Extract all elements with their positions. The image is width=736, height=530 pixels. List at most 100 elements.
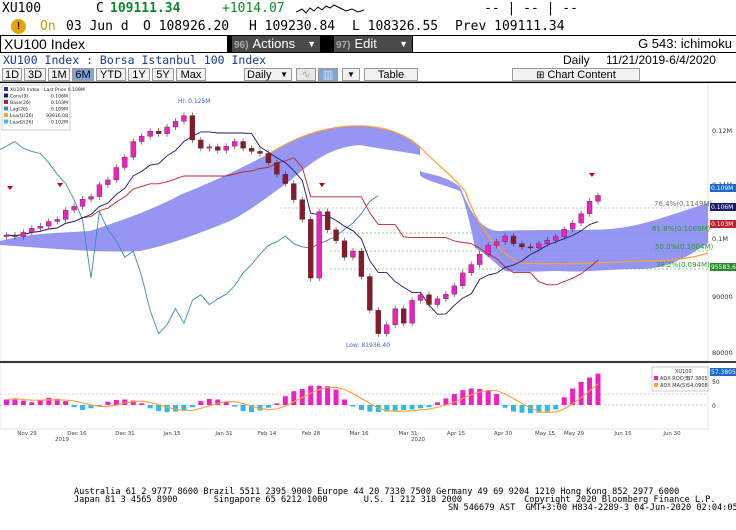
candle-body [544,240,550,244]
adx-legend-title: XU100 [675,369,692,375]
security-description: XU100 Index : Borsa Istanbul 100 Index [3,53,267,67]
adx-bar [240,405,246,412]
adx-bar [232,405,238,407]
period-button-ytd[interactable]: YTD [96,68,126,81]
candle-body [96,184,103,197]
bar-chart-icon[interactable]: ▥ [318,68,338,81]
candle-body [20,232,27,237]
price-tag-label: 0.109M [711,185,733,192]
chart-type-select[interactable]: Daily ▼ [244,68,292,81]
adx-bar [595,373,601,405]
chevron-down-icon: ▼ [307,39,316,49]
legend-swatch [4,113,8,117]
period-button-6m[interactable]: 6M [72,68,94,81]
chart-type-value: Daily [247,69,272,81]
legend-swatch [4,100,8,104]
function-title: G 543: ichimoku [413,36,736,52]
price-tag-label: 0.103M [711,221,733,228]
candle-body [375,310,381,334]
y-tick: 0.12M [712,127,732,135]
legend-value: 93916.08 [46,113,68,119]
chart-toolbar: 1D 3D 1M 6M YTD 1Y 5Y Max Daily ▼ ∿ ▥ ▼ Table ⊞ … [0,67,736,82]
table-button[interactable]: Table [364,68,418,81]
legend-value: 0.109M [51,107,68,113]
adx-bar [544,405,550,412]
legend-label: Lead2(26) [10,120,34,126]
adx-bar [519,405,525,413]
adx-bar [553,405,559,410]
candle-body [164,126,170,134]
adx-bar [325,386,331,405]
adx-bar [418,405,424,409]
actions-label: Actions [252,36,296,51]
price-tag-label: 0.106M [711,204,733,211]
candle-body [485,245,491,255]
legend-label: Lag(26) [10,107,28,113]
quote-strip: XU100 C 109111.34 +1014.07 -- | -- | -- [0,0,736,18]
period-button-1d[interactable]: 1D [2,68,22,81]
high-value: H 109230.84 [249,19,336,34]
legend-swatch [4,119,8,124]
candle-body [274,162,280,175]
x-year-label: 2020 [411,437,425,443]
periodicity-label[interactable]: Daily [563,53,590,67]
adx-tick: 50 [712,379,720,386]
fib-76-label: 76.4%(0.1149M) [654,200,713,208]
x-tick-label: Feb 14 [258,431,277,437]
candle-body [324,211,331,230]
candle-body [37,226,43,229]
chevron-down-icon: ▼ [399,39,408,49]
x-tick-label: May 29 [564,431,585,437]
security-title[interactable]: XU100 Index [1,36,227,52]
candle-body [493,241,500,246]
period-button-1m[interactable]: 1M [48,68,70,81]
chart-content-button[interactable]: ⊞ Chart Content [512,68,640,81]
period-button-3d[interactable]: 3D [24,68,46,81]
period-button-1y[interactable]: 1Y [128,68,150,81]
fib-38-label: 38.2%(0.094M) [656,261,710,269]
candle-body [113,167,119,181]
candle-body [392,308,398,325]
adx-bar [308,385,314,405]
adx-bar [139,403,145,405]
candle-body [299,199,305,220]
footer-line-3: SN 546679 AST GMT+3:00 H834-2289-3 04-Ju… [448,503,736,513]
alert-icon[interactable]: ! [11,19,26,34]
adx-bar [426,405,432,408]
adx-bar [494,394,500,405]
period-button-max[interactable]: Max [176,68,206,81]
fib-61-label: 61.8%(0.1069M) [652,225,711,233]
candle-body [451,285,458,295]
x-tick-label: Jan 15 [162,431,181,437]
ichimoku-chart[interactable]: Hi: 0.125M Low: 81936.40 76.4%(0.1149M) … [0,83,736,486]
candle-body [130,141,136,158]
chevron-down-icon[interactable]: ▼ [342,68,360,81]
legend-value: 0.106M [51,94,68,100]
candle-body [443,294,449,299]
adx-legend-roc-value: 57.3805 [687,376,708,382]
y-tick: 0.1M [712,235,728,243]
candle-body [291,183,297,200]
adx-bar [265,405,271,408]
period-button-5y[interactable]: 5Y [152,68,174,81]
candle-body [29,228,35,233]
footer: Australia 61 2 9777 8600 Brazil 5511 239… [0,486,736,530]
actions-menu-button[interactable]: 96) Actions ▼ [232,36,320,52]
candle-body [400,308,407,324]
adx-bar [71,405,77,408]
last-price: 109111.34 [110,1,181,16]
candle-body [333,229,339,241]
candle-body [460,272,466,287]
legend-label: XU100 Index - Last Price 0.109M [10,87,85,93]
adx-bar [333,389,339,405]
edit-menu-button[interactable]: 97) Edit ▼ [334,36,412,52]
adx-bar [434,402,440,405]
candle-body [367,276,373,311]
adx-bar [105,401,111,405]
candle-body [105,179,111,185]
date-range[interactable]: 11/21/2019-6/4/2020 [606,53,716,67]
candle-body [502,235,508,242]
line-chart-icon[interactable]: ∿ [296,68,316,81]
adx-bar [80,405,86,410]
adx-legend[interactable]: XU100 ADX ROC(5) 57.3805 ADX MA(5) 54.09… [651,366,709,392]
